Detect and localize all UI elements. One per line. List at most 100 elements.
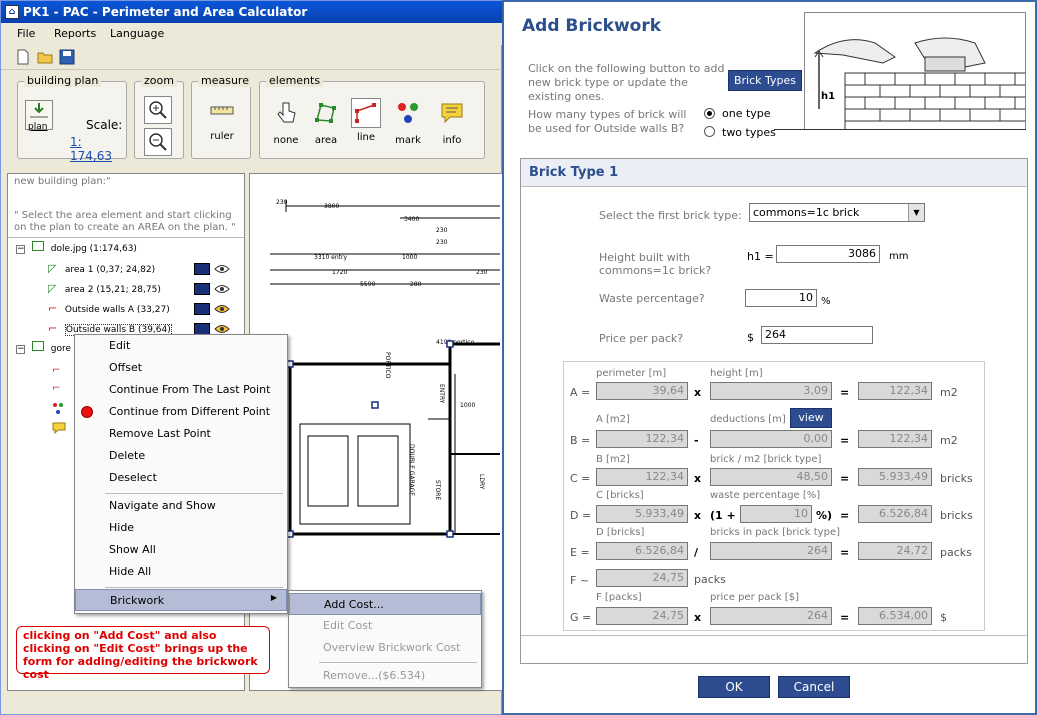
ok-button[interactable]: OK xyxy=(698,676,770,698)
group-title: measure xyxy=(198,74,252,87)
cancel-button[interactable]: Cancel xyxy=(778,676,850,698)
eye-icon[interactable] xyxy=(214,264,230,274)
menu-item-brickwork[interactable]: Brickwork xyxy=(75,589,287,611)
menu-item-continue-different[interactable]: Continue from Different Point xyxy=(75,401,287,423)
menu-item-hide[interactable]: Hide xyxy=(75,517,287,539)
label-price-per-pack: price per pack [$] xyxy=(710,592,799,603)
area-polygon-icon xyxy=(315,103,336,123)
label-c-bricks: C [bricks] xyxy=(596,490,644,501)
view-deductions-button[interactable]: view xyxy=(790,408,832,428)
group-building-plan: building plan plan Scale: 1: 174,63 xyxy=(17,74,127,163)
window-title: PK1 - PAC - Perimeter and Area Calculato… xyxy=(23,5,308,19)
plan-room-label: DOUBLE GARAGE xyxy=(408,444,415,496)
brick-type-select-value: commons=1c brick xyxy=(753,206,860,219)
chevron-down-icon[interactable]: ▼ xyxy=(908,204,924,221)
menu-item-continue-last[interactable]: Continue From The Last Point xyxy=(75,379,287,401)
menu-file[interactable]: File xyxy=(17,27,35,40)
label-b-m2: B [m2] xyxy=(596,454,630,465)
b-value-1: 122,34 xyxy=(596,430,688,448)
eye-icon[interactable] xyxy=(214,284,230,294)
scale-value-link[interactable]: 1: 174,63 xyxy=(70,135,126,163)
brick-types-button[interactable]: Brick Types xyxy=(728,70,802,91)
group-measure: measure ruler xyxy=(191,74,252,159)
plan-label: plan xyxy=(28,122,48,132)
toolbar xyxy=(1,46,503,70)
zoom-in-icon[interactable] xyxy=(144,96,172,124)
menu-item-overview-cost[interactable]: Overview Brickwork Cost xyxy=(289,637,481,659)
operator: / xyxy=(694,546,699,559)
menu-item-remove-last[interactable]: Remove Last Point xyxy=(75,423,287,445)
line-label: line xyxy=(356,132,376,143)
plan-room-label: LDRY xyxy=(478,474,485,490)
save-icon[interactable] xyxy=(59,49,75,65)
illustration-baseline xyxy=(774,129,1026,130)
submenu-arrow-icon: ▶ xyxy=(270,593,277,602)
line-icon: ⌐ xyxy=(48,302,58,315)
d-result: 6.526,84 xyxy=(858,505,932,523)
menu-item-edit[interactable]: Edit xyxy=(75,335,287,357)
paren-close: %) xyxy=(816,509,833,522)
menu-language[interactable]: Language xyxy=(110,27,164,40)
element-area-button[interactable]: area xyxy=(308,100,344,146)
e-value-1: 6.526,84 xyxy=(596,542,688,560)
deductions-value: 0,00 xyxy=(710,430,832,448)
ruler-label: ruler xyxy=(210,131,234,142)
waste-value: 10 xyxy=(740,505,812,523)
eye-icon[interactable] xyxy=(214,304,230,314)
row-label-e: E = xyxy=(570,546,590,559)
group-zoom: zoom xyxy=(134,74,184,159)
group-title: building plan xyxy=(24,74,102,87)
menu-item-deselect[interactable]: Deselect xyxy=(75,467,287,489)
operator: x xyxy=(694,509,702,522)
element-line-button[interactable]: line xyxy=(348,98,384,143)
label-a-m2: A [m2] xyxy=(596,414,630,425)
h1-image-label: h1 xyxy=(821,91,835,102)
waste-input[interactable]: 10 xyxy=(745,289,817,307)
tree-root-node[interactable]: − dole.jpg (1:174,63) xyxy=(16,241,137,257)
color-swatch[interactable] xyxy=(194,303,210,315)
radio-one-type[interactable] xyxy=(704,108,715,119)
calculation-panel: perimeter [m] height [m] A = 39,64 x 3,0… xyxy=(563,361,985,631)
price-input[interactable]: 264 xyxy=(761,326,873,344)
eye-icon[interactable] xyxy=(214,324,230,334)
zoom-out-icon[interactable] xyxy=(144,128,172,156)
g-value-1: 24,75 xyxy=(596,607,688,625)
element-info-button[interactable]: info xyxy=(432,100,472,146)
c-result: 5.933,49 xyxy=(858,468,932,486)
menu-item-hide-all[interactable]: Hide All xyxy=(75,561,287,583)
section-title: Brick Type 1 xyxy=(529,165,619,180)
element-none-button[interactable]: none xyxy=(268,100,304,146)
price-question: Price per pack? xyxy=(599,332,684,345)
tree-root-label: dole.jpg (1:174,63) xyxy=(50,244,137,254)
brick-type-select[interactable]: commons=1c brick ▼ xyxy=(749,203,925,222)
color-swatch[interactable] xyxy=(194,283,210,295)
color-swatch[interactable] xyxy=(194,263,210,275)
tree-root-node-2[interactable]: − gore xyxy=(16,341,71,357)
new-file-icon[interactable] xyxy=(15,49,31,65)
menu-item-offset[interactable]: Offset xyxy=(75,357,287,379)
info-bubble-icon xyxy=(52,422,66,434)
section-header: Brick Type 1 xyxy=(521,159,1027,187)
brick-type-section: Brick Type 1 Select the first brick type… xyxy=(520,158,1028,664)
menu-item-edit-cost[interactable]: Edit Cost xyxy=(289,615,481,637)
radio-two-types[interactable] xyxy=(704,126,715,137)
label-bricks-in-pack: bricks in pack [brick type] xyxy=(710,527,840,538)
menu-item-remove[interactable]: Remove...($6.534) xyxy=(289,665,481,687)
equals-sign: = xyxy=(840,546,850,559)
element-mark-button[interactable]: mark xyxy=(388,100,428,146)
line-icon: ⌐ xyxy=(48,322,58,335)
menu-reports[interactable]: Reports xyxy=(54,27,96,40)
group-elements: elements none area line mark info xyxy=(259,74,485,159)
h1-input[interactable]: 3086 xyxy=(776,245,880,263)
line-icon: ⌐ xyxy=(52,383,61,394)
ruler-button[interactable]: ruler xyxy=(200,104,244,142)
plan-button[interactable]: plan xyxy=(24,100,54,132)
perimeter-value: 39,64 xyxy=(596,382,688,400)
select-brick-label: Select the first brick type: xyxy=(599,209,742,222)
menu-item-add-cost[interactable]: Add Cost... xyxy=(289,593,481,615)
open-folder-icon[interactable] xyxy=(37,49,53,65)
menu-item-delete[interactable]: Delete xyxy=(75,445,287,467)
menu-item-navigate[interactable]: Navigate and Show xyxy=(75,495,287,517)
radio-one-type-label: one type xyxy=(722,107,771,120)
menu-item-show-all[interactable]: Show All xyxy=(75,539,287,561)
